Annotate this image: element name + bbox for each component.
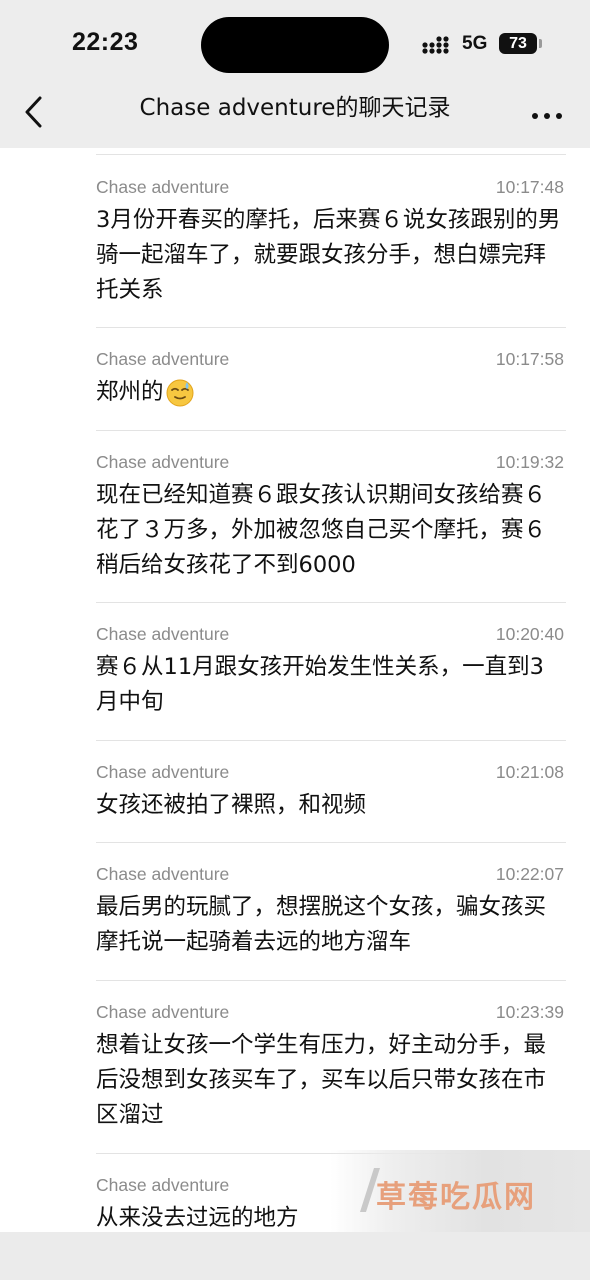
page-title: Chase adventure的聊天记录 (139, 95, 451, 121)
message-time: 10:19:32 (495, 452, 564, 472)
message-divider (96, 842, 566, 843)
message-text: 3月份开春买的摩托，后来赛６说女孩跟别的男骑一起溜车了，就要跟女孩分手，想白嫖完… (96, 207, 561, 303)
signal-icon (422, 36, 449, 54)
message-sender: Chase adventure (96, 1175, 230, 1195)
message-sender: Chase adventure (96, 864, 230, 884)
top-bar: 22:23 5G 73 Chase adventure的聊天记录 (0, 0, 590, 148)
dynamic-island (201, 17, 389, 73)
message-divider (96, 980, 566, 981)
battery-icon: 73 (499, 33, 537, 54)
message-text: 最后男的玩腻了，想摆脱这个女孩，骗女孩买摩托说一起骑着去远的地方溜车 (96, 894, 547, 955)
message-sender: Chase adventure (96, 624, 230, 644)
message-sender: Chase adventure (96, 349, 230, 369)
watermark-text: 草莓吃瓜网 (376, 1180, 536, 1215)
message-divider (96, 740, 566, 741)
message-divider (96, 154, 566, 155)
message-text: 赛６从11月跟女孩开始发生性关系，一直到3月中旬 (96, 654, 544, 715)
message-divider (96, 602, 566, 603)
message-time: 10:22:07 (495, 864, 564, 884)
bottom-bar (0, 1232, 590, 1280)
message-text: 现在已经知道赛６跟女孩认识期间女孩给赛６花了３万多，外加被忽悠自己买个摩托，赛６… (96, 482, 547, 578)
network-type: 5G (462, 33, 488, 54)
message-divider (96, 327, 566, 328)
message-sender: Chase adventure (96, 762, 230, 782)
status-time: 22:23 (72, 28, 139, 56)
message-divider (96, 430, 566, 431)
message-time: 10:17:58 (495, 349, 564, 369)
message-sender: Chase adventure (96, 1002, 230, 1022)
message-text: 想着让女孩一个学生有压力，好主动分手，最后没想到女孩买车了，买车以后只带女孩在市… (96, 1032, 547, 1128)
message-time: 10:17:48 (495, 177, 564, 197)
message-text: 郑州的 (96, 379, 164, 405)
more-options-icon[interactable] (531, 112, 563, 120)
sweat-smile-emoji-icon (166, 379, 194, 406)
message-text: 女孩还被拍了裸照，和视频 (96, 792, 367, 818)
battery-cap (539, 39, 542, 48)
message-time: 10:20:40 (495, 624, 564, 644)
message-text-wrapper: 郑州的 (96, 375, 566, 410)
message-sender: Chase adventure (96, 452, 230, 472)
message-sender: Chase adventure (96, 177, 230, 197)
message-time: 10:23:39 (495, 1002, 564, 1022)
message-time: 10:21:08 (495, 762, 564, 782)
message-list[interactable]: Chase adventure 10:17:48 3月份开春买的摩托，后来赛６说… (0, 148, 590, 1232)
